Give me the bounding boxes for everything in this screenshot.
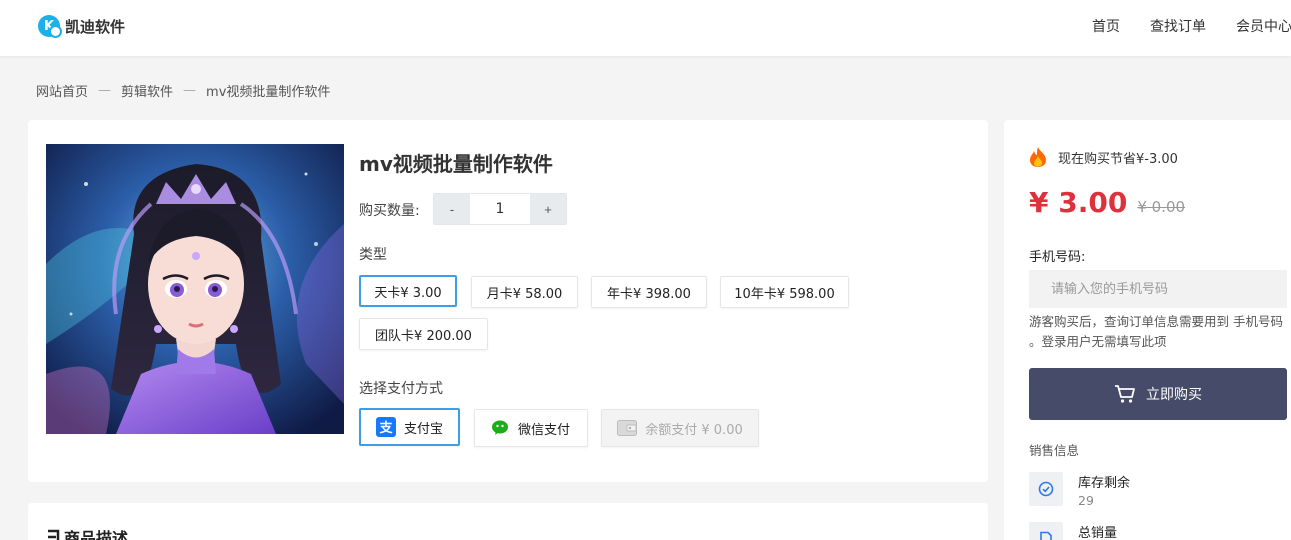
type-option-month[interactable]: 月卡¥ 58.00 <box>471 276 578 308</box>
payment-wechat-label: 微信支付 <box>517 422 570 438</box>
quantity-stepper: - + <box>433 193 567 225</box>
sales-info-label: 销售信息 <box>1029 443 1080 458</box>
wallet-icon <box>617 420 638 436</box>
product-card: mv视频批量制作软件 购买数量: - + 类型 天卡¥ 3.00 月卡¥ 58.… <box>28 120 988 482</box>
stock-title: 库存剩余 <box>1078 476 1131 491</box>
phone-label: 手机号码: <box>1029 250 1086 265</box>
payment-balance: 余额支付 ¥ 0.00 <box>601 409 759 447</box>
save-notice: 现在购买节省¥-3.00 <box>1028 146 1178 168</box>
logo-icon: K <box>38 15 62 38</box>
stock-value: 29 <box>1078 493 1094 508</box>
fire-icon <box>1028 146 1048 168</box>
site-logo[interactable]: K 凯迪软件 <box>38 15 126 38</box>
buy-now-label: 立即购买 <box>1146 387 1202 403</box>
breadcrumb: 网站首页 — 剪辑软件 — mv视频批量制作软件 <box>36 81 330 100</box>
svg-text:支: 支 <box>378 420 393 436</box>
breadcrumb-current: mv视频批量制作软件 <box>206 85 331 100</box>
document-icon <box>1029 522 1063 540</box>
quantity-label: 购买数量: <box>359 203 420 219</box>
description-title: 商品描述 <box>46 525 128 540</box>
quantity-input[interactable] <box>470 194 530 224</box>
price-block: ¥ 3.00 ¥ 0.00 <box>1029 186 1185 219</box>
quantity-decrease-button[interactable]: - <box>434 194 470 224</box>
buy-now-button[interactable]: 立即购买 <box>1029 368 1287 420</box>
alipay-icon: 支 <box>375 417 396 437</box>
product-title: mv视频批量制作软件 <box>359 152 553 176</box>
description-title-text: 商品描述 <box>64 529 129 540</box>
nav-member-center[interactable]: 会员中心 <box>1236 16 1291 36</box>
type-option-ten-year[interactable]: 10年卡¥ 598.00 <box>720 276 849 308</box>
breadcrumb-home[interactable]: 网站首页 <box>36 81 88 100</box>
payment-wechat[interactable]: 微信支付 <box>474 409 588 447</box>
product-image <box>46 144 344 434</box>
payment-label: 选择支付方式 <box>359 381 443 397</box>
breadcrumb-separator: — <box>183 83 197 98</box>
nav-home[interactable]: 首页 <box>1092 16 1120 36</box>
description-icon <box>46 529 60 540</box>
current-price: ¥ 3.00 <box>1029 186 1128 219</box>
original-price: ¥ 0.00 <box>1137 198 1186 216</box>
check-circle-icon <box>1029 472 1063 506</box>
description-card: 商品描述 <box>28 503 988 540</box>
cart-icon <box>1114 384 1136 404</box>
quantity-increase-button[interactable]: + <box>530 194 566 224</box>
breadcrumb-category[interactable]: 剪辑软件 <box>121 81 173 100</box>
payment-balance-label: 余额支付 ¥ 0.00 <box>645 422 743 438</box>
type-option-team[interactable]: 团队卡¥ 200.00 <box>359 318 488 350</box>
wechat-icon <box>491 420 510 436</box>
total-sales-stat: 总销量 <box>1029 522 1117 540</box>
type-option-year[interactable]: 年卡¥ 398.00 <box>591 276 707 308</box>
total-sales-title: 总销量 <box>1078 526 1118 540</box>
payment-alipay-label: 支付宝 <box>403 421 443 437</box>
type-option-day[interactable]: 天卡¥ 3.00 <box>359 275 457 307</box>
purchase-panel: 现在购买节省¥-3.00 ¥ 3.00 ¥ 0.00 手机号码: 游客购买后，查… <box>1004 120 1291 540</box>
phone-input[interactable] <box>1029 270 1287 308</box>
type-label: 类型 <box>359 247 387 263</box>
breadcrumb-separator: — <box>98 83 112 98</box>
guest-hint: 游客购买后，查询订单信息需要用到 手机号码 。登录用户无需填写此项 <box>1029 314 1283 349</box>
save-text: 现在购买节省¥-3.00 <box>1058 151 1178 167</box>
nav-find-order[interactable]: 查找订单 <box>1150 16 1206 36</box>
site-header: K 凯迪软件 首页 查找订单 会员中心 <box>0 0 1291 56</box>
payment-alipay[interactable]: 支 支付宝 <box>359 408 460 446</box>
logo-text: 凯迪软件 <box>65 17 126 36</box>
stock-stat: 库存剩余 29 <box>1029 472 1130 508</box>
